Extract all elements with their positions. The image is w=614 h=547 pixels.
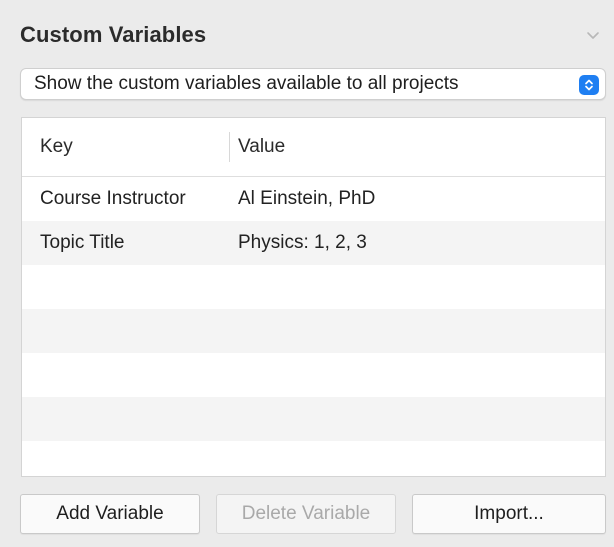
row-key: Course Instructor	[40, 188, 186, 209]
import-button[interactable]: Import...	[412, 494, 606, 534]
empty-row	[22, 441, 605, 476]
column-separator[interactable]	[229, 132, 230, 162]
table-row[interactable]: Topic Title Physics: 1, 2, 3	[22, 221, 605, 265]
chevron-down-icon[interactable]	[584, 26, 602, 44]
variables-table[interactable]: Key Value Course Instructor Al Einstein,…	[21, 117, 606, 477]
popup-stepper-icon	[579, 75, 599, 95]
column-header-key[interactable]: Key	[22, 118, 230, 176]
empty-row	[22, 309, 605, 353]
column-header-value[interactable]: Value	[230, 136, 285, 158]
empty-row	[22, 397, 605, 441]
row-value: Physics: 1, 2, 3	[238, 232, 367, 253]
panel-title: Custom Variables	[20, 22, 207, 47]
delete-variable-button[interactable]: Delete Variable	[216, 494, 396, 534]
scope-select-value: Show the custom variables available to a…	[34, 73, 459, 94]
empty-row	[22, 265, 605, 309]
table-header: Key Value	[22, 118, 605, 177]
panel-header: Custom Variables	[20, 18, 604, 52]
custom-variables-panel: Custom Variables Show the custom variabl…	[0, 0, 614, 547]
row-key: Topic Title	[40, 232, 125, 253]
table-row[interactable]: Course Instructor Al Einstein, PhD	[22, 177, 605, 221]
add-variable-button[interactable]: Add Variable	[20, 494, 200, 534]
row-value: Al Einstein, PhD	[238, 188, 376, 209]
empty-row	[22, 353, 605, 397]
scope-select[interactable]: Show the custom variables available to a…	[20, 68, 606, 100]
